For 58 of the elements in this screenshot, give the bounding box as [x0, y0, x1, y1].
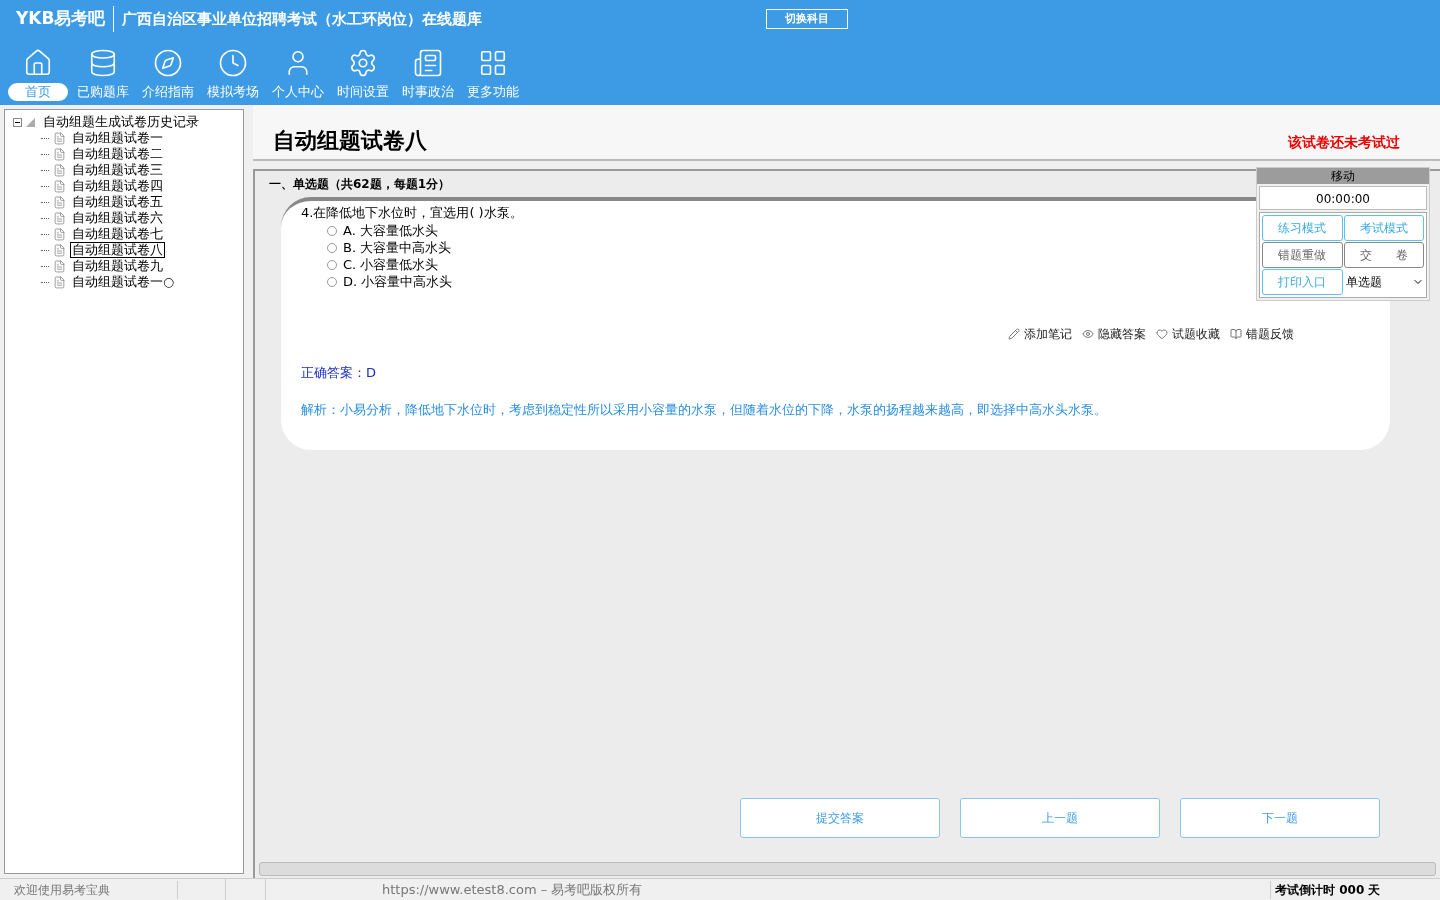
tree-item[interactable]: 自动组题试卷四 — [70, 178, 165, 194]
nav-icon — [153, 48, 183, 78]
document-icon — [53, 243, 66, 257]
copyright-text: https://www.etest8.com – 易考吧版权所有 — [381, 880, 643, 899]
horizontal-scrollbar[interactable] — [259, 862, 1436, 876]
countdown-text: 考试倒计时 000 天 — [1270, 880, 1440, 899]
tree-item[interactable]: 自动组题试卷一○ — [70, 274, 176, 290]
mode-button[interactable]: 交 卷 — [1343, 242, 1424, 268]
tree-item[interactable]: 自动组题试卷六 — [70, 210, 165, 226]
option-label: B. 大容量中高水头 — [343, 239, 452, 258]
tree-item[interactable]: 自动组题试卷三 — [70, 162, 165, 178]
correct-answer: 正确答案：D — [301, 363, 377, 382]
section-heading: 一、单选题（共62题，每题1分） — [269, 176, 451, 193]
document-icon — [53, 195, 66, 209]
analysis-text: 解析：小易分析，降低地下水位时，考虑到稳定性所以采用小容量的水泵，但随着水位的下降，水泵的扬程越来越高，即选择中高水头水泵。 — [301, 401, 1108, 419]
option-label: D. 小容量中高水头 — [343, 273, 453, 292]
nav-icon — [88, 48, 118, 78]
tree-item[interactable]: 自动组题试卷一 — [70, 130, 165, 146]
document-icon — [53, 275, 66, 289]
paper-title: 自动组题试卷八 — [272, 127, 427, 155]
action-icon — [1230, 327, 1242, 340]
logo: YKB易考吧 — [8, 6, 115, 32]
document-icon — [53, 179, 66, 193]
window-title: 广西自治区事业单位招聘考试（水工环岗位）在线题库 — [121, 8, 484, 30]
tree-item[interactable]: 自动组题试卷八 — [70, 242, 165, 258]
option-label: C. 小容量低水头 — [343, 256, 439, 275]
timer: 00:00:00 — [1259, 186, 1427, 210]
document-icon — [53, 259, 66, 273]
document-icon — [53, 147, 66, 161]
nav-icon — [413, 48, 443, 78]
nav-icon — [348, 48, 378, 78]
document-icon — [53, 163, 66, 177]
tree-item[interactable]: 自动组题试卷五 — [70, 194, 165, 210]
mode-button[interactable]: 错题重做 — [1262, 242, 1343, 268]
exam-status: 该试卷还未考试过 — [1288, 133, 1400, 152]
tree-root-label: 自动组题生成试卷历史记录 — [43, 112, 199, 131]
tree-item[interactable]: 自动组题试卷九 — [70, 258, 165, 274]
nav-icon — [23, 48, 53, 78]
tree-item[interactable]: 自动组题试卷二 — [70, 146, 165, 162]
action-icon — [1082, 327, 1094, 340]
collapse-toggle[interactable] — [13, 117, 22, 127]
welcome-text: 欢迎使用易考宝典 — [0, 880, 178, 899]
action-link[interactable]: 隐藏答案 — [1082, 324, 1146, 343]
action-link[interactable]: 试题收藏 — [1156, 324, 1220, 343]
option-label: A. 大容量低水头 — [343, 222, 438, 241]
tree-item[interactable]: 自动组题试卷七 — [70, 226, 165, 242]
nav-icon — [478, 48, 508, 78]
panel-title[interactable]: 移动 — [1257, 168, 1429, 184]
action-link[interactable]: 错题反馈 — [1230, 324, 1294, 343]
document-icon — [53, 131, 66, 145]
question-text: 4.在降低地下水位时，宜选用( )水泵。 — [301, 204, 524, 222]
nav-icon — [218, 48, 248, 78]
action-link[interactable]: 添加笔记 — [1008, 324, 1072, 343]
action-icon — [1156, 327, 1168, 340]
document-icon — [53, 227, 66, 241]
action-icon — [1008, 327, 1020, 340]
document-icon — [53, 211, 66, 225]
question-type-select[interactable]: 单选题 — [1343, 269, 1424, 295]
